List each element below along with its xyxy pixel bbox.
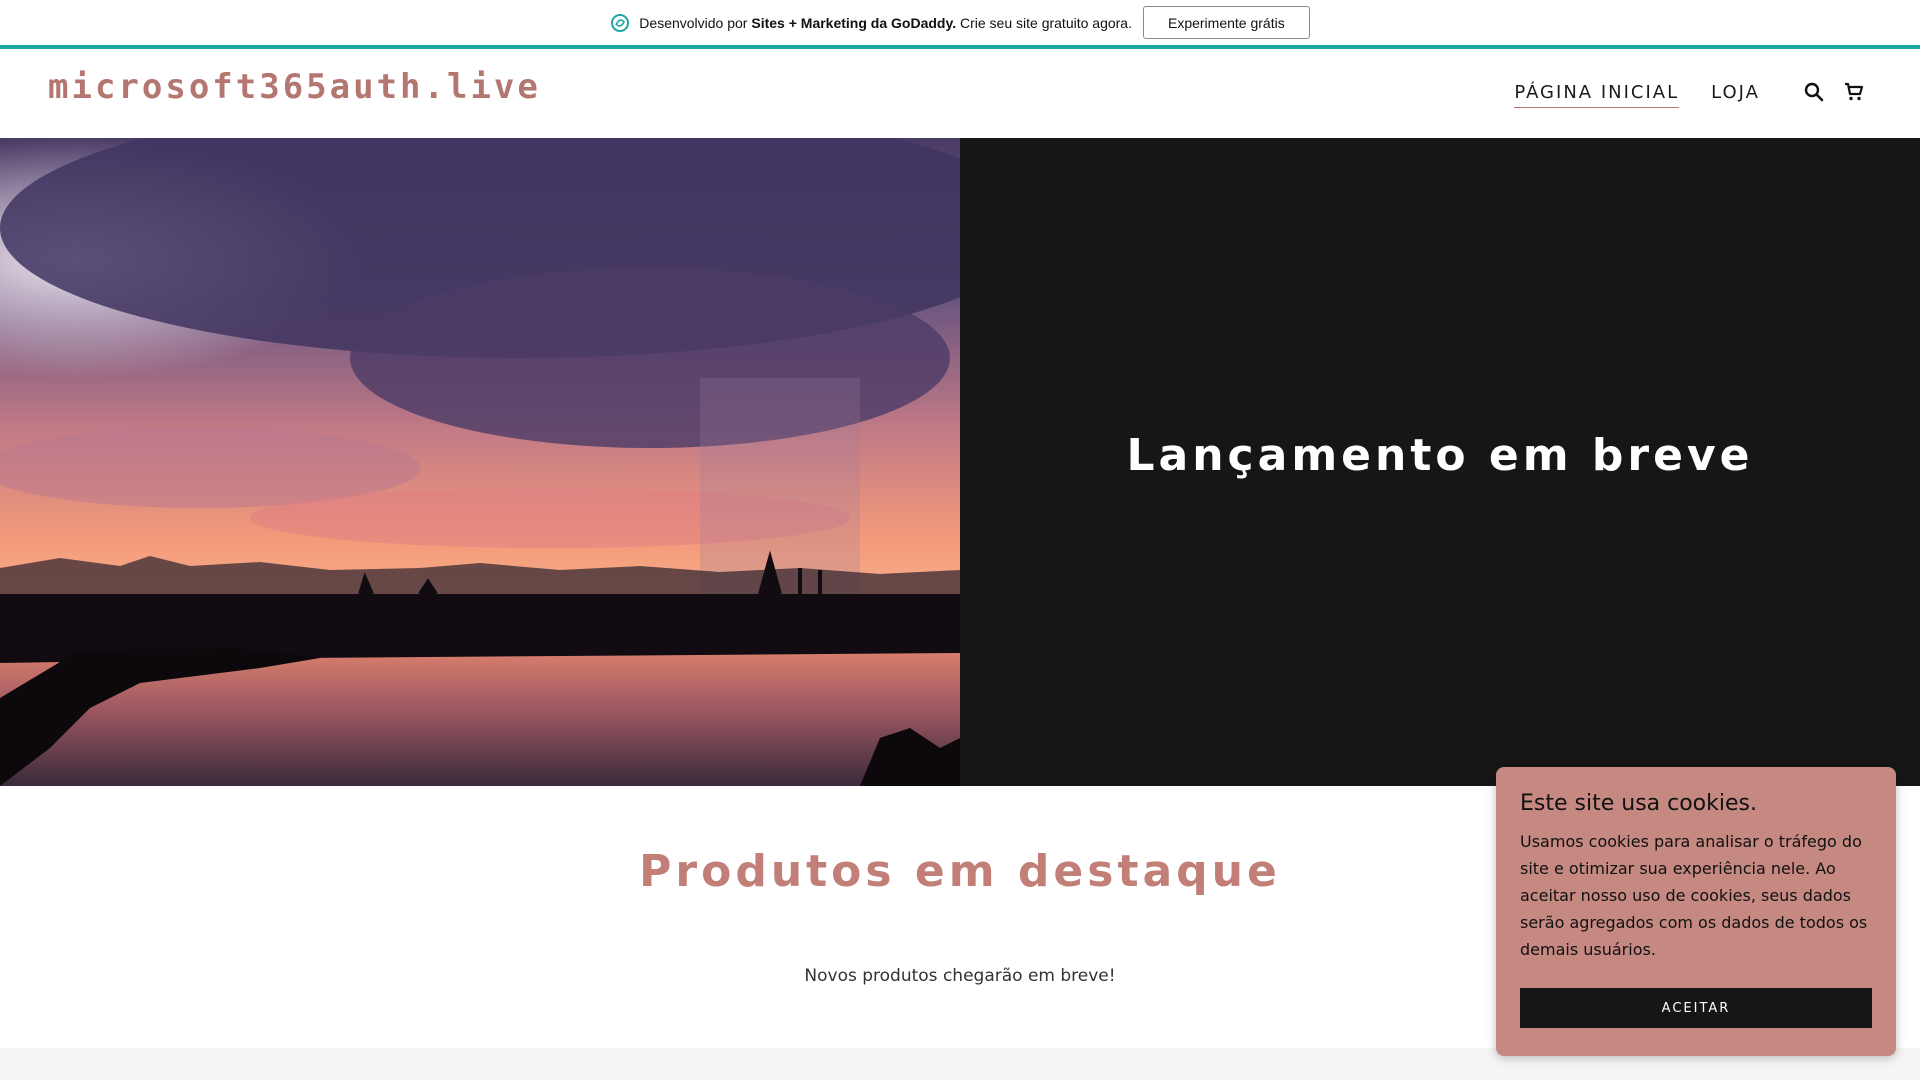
hero-image	[0, 138, 960, 786]
header-actions	[1804, 82, 1864, 102]
hero-text-panel: Lançamento em breve	[960, 138, 1920, 786]
cookie-body: Usamos cookies para analisar o tráfego d…	[1520, 832, 1868, 959]
nav-item-home[interactable]: PÁGINA INICIAL	[1514, 82, 1680, 108]
nav-item-shop[interactable]: LOJA	[1711, 82, 1760, 108]
hero-title: Lançamento em breve	[1126, 429, 1754, 481]
try-free-button[interactable]: Experimente grátis	[1142, 6, 1310, 39]
cookie-title: Este site usa cookies.	[1520, 791, 1757, 816]
search-icon[interactable]	[1804, 82, 1824, 102]
site-header: microsoft365auth.live PÁGINA INICIAL LOJ…	[0, 49, 1920, 138]
cart-icon[interactable]	[1844, 82, 1864, 102]
accept-cookies-button[interactable]: ACEITAR	[1520, 988, 1872, 1028]
godaddy-logo-icon	[610, 13, 630, 33]
main-nav: PÁGINA INICIAL LOJA	[1514, 82, 1760, 108]
godaddy-promo-bar: Desenvolvido por Sites + Marketing da Go…	[0, 0, 1920, 45]
promo-text: Desenvolvido por Sites + Marketing da Go…	[639, 14, 1132, 31]
site-logo[interactable]: microsoft365auth.live	[48, 67, 541, 107]
hero-section: Lançamento em breve	[0, 138, 1920, 786]
cookie-banner: Este site usa cookies. Usamos cookies pa…	[1496, 767, 1896, 1056]
